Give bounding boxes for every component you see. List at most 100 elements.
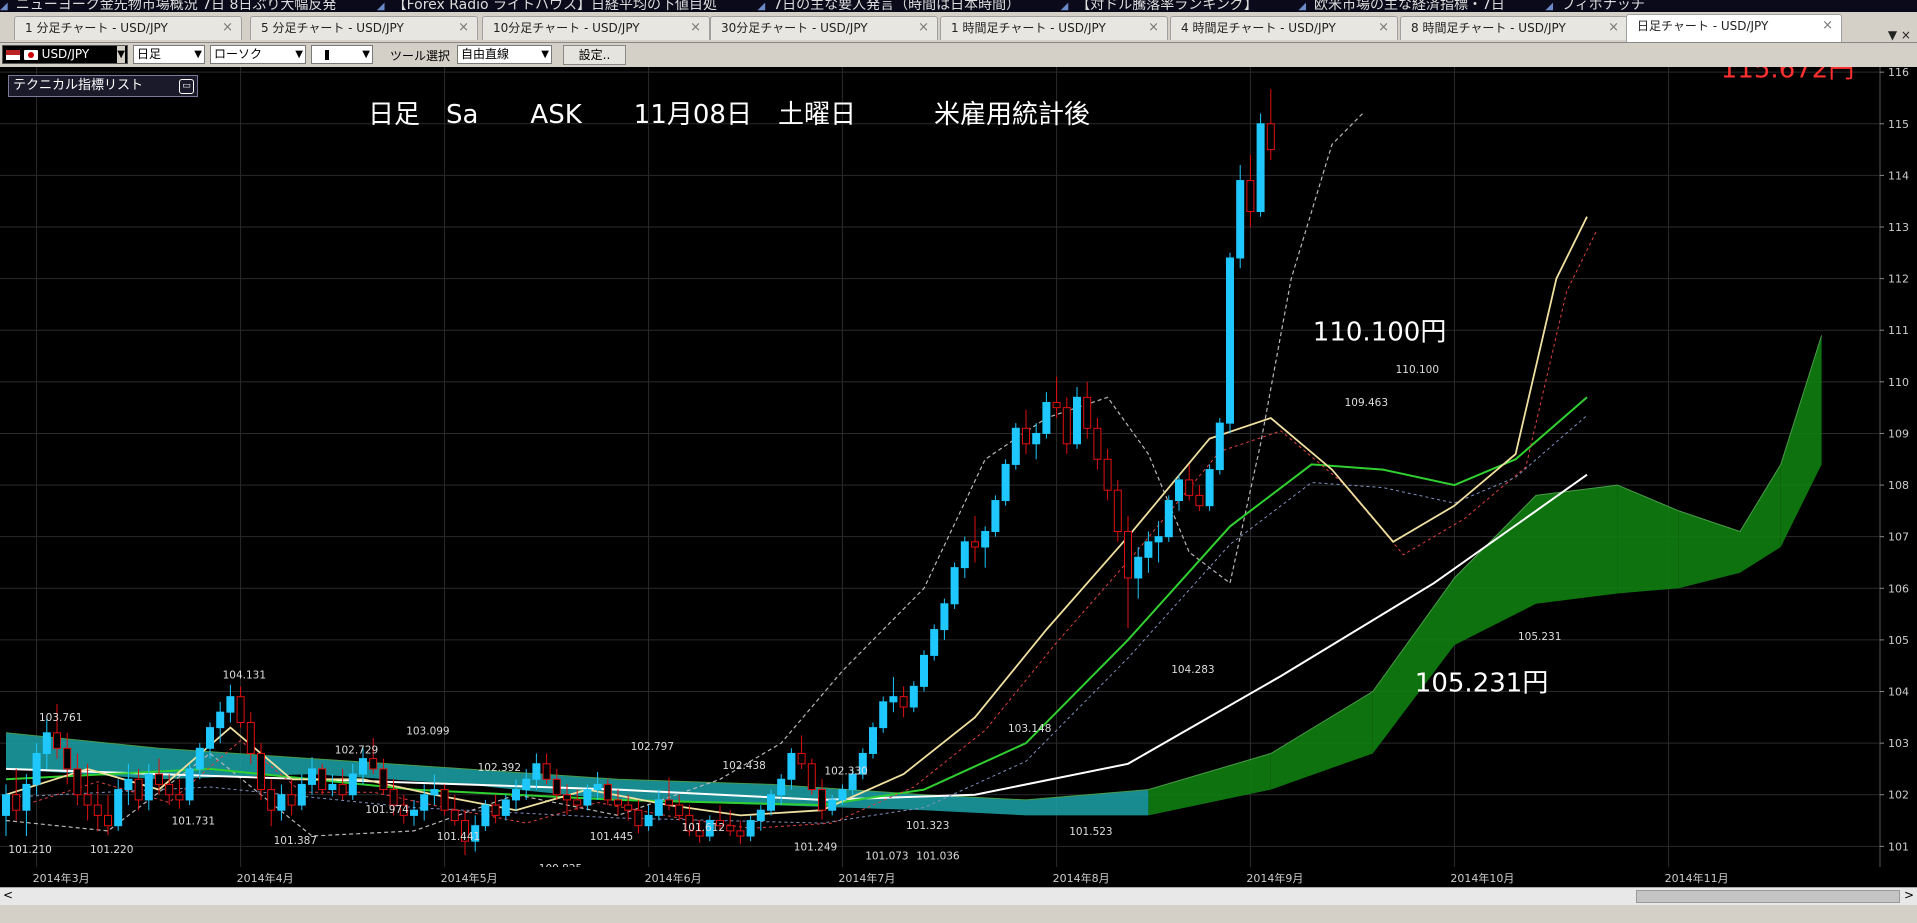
candle [889, 677, 898, 713]
candle-body [512, 789, 520, 801]
candle [930, 624, 939, 661]
tab-5min[interactable]: 5 分足チャート - USD/JPY × [250, 16, 478, 40]
candle [1093, 417, 1102, 470]
drawing-tool-select[interactable]: 自由直線 ▼ [457, 45, 552, 64]
candle [879, 696, 888, 733]
news-item[interactable]: ニューヨーク金先物市場概況 7日 8日ぶり大幅反発 [0, 0, 337, 12]
indicator-list-panel[interactable]: テクニカル指標リスト ▭ [8, 75, 198, 97]
settings-button[interactable]: 設定.. [563, 45, 626, 65]
candle-body [960, 541, 969, 569]
candle-body [369, 758, 378, 770]
candle-body [1113, 489, 1122, 533]
timeframe-value: 日足 [137, 47, 162, 61]
candle [1032, 423, 1041, 460]
x-tick-label: 2014年4月 [237, 871, 294, 885]
tab-30min[interactable]: 30分足チャート - USD/JPY × [710, 16, 938, 40]
tab-label: 1 分足チャート - USD/JPY [25, 21, 168, 35]
price-label: 101.220 [90, 844, 133, 856]
candle-body [308, 768, 316, 785]
candle [960, 536, 969, 578]
candle [1001, 459, 1010, 506]
close-icon[interactable]: × [1148, 17, 1159, 39]
candle-body [359, 758, 367, 775]
candle-body [1022, 427, 1030, 445]
currency-pair-select[interactable]: USD/JPY ▼ [2, 45, 128, 64]
jp-flag-icon [23, 49, 38, 60]
news-item[interactable]: 欧米市場の主な経済指標・7日 [1298, 0, 1505, 12]
price-callout: 105.231円 [1415, 669, 1549, 699]
candle [267, 779, 276, 827]
close-icon[interactable]: × [1608, 17, 1619, 39]
candle [501, 794, 510, 821]
candle-body [53, 732, 61, 749]
candle-body [175, 794, 184, 801]
x-tick-label: 2014年11月 [1665, 871, 1729, 885]
tab-list-controls[interactable]: ▼ × [1888, 28, 1911, 42]
candle-body [93, 804, 102, 816]
candle-body [756, 809, 765, 822]
candle-style-select[interactable]: ▼ [311, 45, 373, 64]
panel-toggle-icon[interactable]: ▭ [179, 79, 194, 94]
candle-body [746, 820, 755, 837]
candle [552, 768, 561, 800]
candle-body [216, 711, 225, 729]
tab-1min[interactable]: 1 分足チャート - USD/JPY × [14, 16, 242, 40]
news-item[interactable]: 【対ドル騰落率ランキング】 [1061, 0, 1258, 12]
candle-body [155, 773, 163, 785]
cloud-segment [1780, 335, 1822, 547]
chevron-down-icon: ▼ [541, 49, 549, 60]
y-tick-label: 101 [1888, 840, 1909, 853]
close-icon[interactable]: × [1822, 15, 1833, 37]
candle [410, 799, 418, 826]
candle-body [940, 603, 949, 631]
candle [787, 748, 796, 790]
candle [277, 784, 286, 821]
candle-body [195, 747, 204, 770]
candle [1073, 387, 1081, 449]
candle-body [440, 789, 449, 811]
candle-body [32, 752, 41, 785]
timeframe-select[interactable]: 日足 ▼ [133, 45, 205, 64]
y-tick-label: 107 [1888, 531, 1909, 544]
tab-10min[interactable]: 10分足チャート - USD/JPY × [482, 16, 710, 40]
tab-label: 4 時間足チャート - USD/JPY [1181, 21, 1336, 35]
chart-type-select[interactable]: ローソク ▼ [210, 45, 306, 64]
chart-area[interactable]: 101.210 103.761 101.220 101.731 104.131 101.3… [0, 54, 1917, 887]
price-label: 102.392 [478, 762, 521, 774]
status-area: < > [0, 887, 1917, 923]
scroll-right-icon[interactable]: > [1904, 888, 1914, 902]
candle-body [828, 799, 837, 811]
news-item[interactable]: 7日の主な要人発言（時間は日本時間） [758, 0, 1020, 12]
tab-4hour[interactable]: 4 時間足チャート - USD/JPY × [1170, 16, 1398, 40]
candle-body [389, 789, 398, 806]
cloud-segment [1617, 485, 1679, 594]
drawing-tool-value: 自由直線 [461, 47, 510, 61]
tab-8hour[interactable]: 8 時間足チャート - USD/JPY × [1400, 16, 1628, 40]
close-icon[interactable]: × [918, 17, 929, 39]
close-icon[interactable]: × [222, 17, 233, 39]
close-icon[interactable]: × [690, 17, 701, 39]
news-item[interactable]: フィボナッチ [1545, 0, 1645, 12]
candle-body [665, 799, 673, 806]
tab-daily[interactable]: 日足チャート - USD/JPY × [1626, 14, 1842, 42]
candle [1134, 547, 1143, 599]
candle-body [450, 809, 459, 822]
scroll-thumb[interactable] [1636, 890, 1900, 903]
candle-body [144, 773, 153, 801]
y-tick-label: 105 [1888, 634, 1909, 647]
candle-body [83, 794, 92, 806]
news-item[interactable]: 【Forex Radio ライトハウス】日経平均の下値目処 [377, 0, 717, 12]
tab-1hour[interactable]: 1 時間足チャート - USD/JPY × [940, 16, 1168, 40]
candle-body [481, 804, 490, 827]
candle-body [1226, 257, 1234, 424]
x-tick-label: 2014年9月 [1246, 871, 1303, 885]
scroll-left-icon[interactable]: < [3, 888, 13, 902]
chart-title: 日足 Sa ASK 11月08日 土曜日 米雇用統計後 [368, 100, 1090, 130]
candle [634, 799, 643, 834]
close-icon[interactable]: × [1378, 17, 1389, 39]
price-label: 104.131 [223, 670, 266, 682]
close-icon[interactable]: × [458, 17, 469, 39]
horizontal-scrollbar[interactable]: < > [0, 887, 1917, 905]
candle-body [777, 778, 786, 796]
price-chart[interactable]: 101.210 103.761 101.220 101.731 104.131 101.3… [0, 54, 1917, 887]
